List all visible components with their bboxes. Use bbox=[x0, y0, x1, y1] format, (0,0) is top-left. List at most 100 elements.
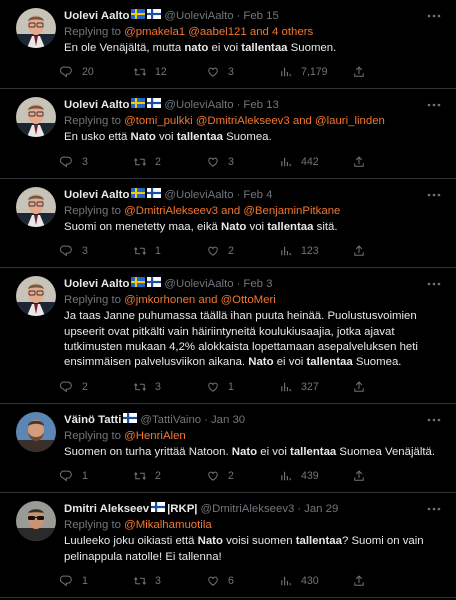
more-options-icon[interactable] bbox=[426, 97, 442, 113]
tweet[interactable]: Uolevi Aalto @UoleviAalto · Feb 13 Replying … bbox=[0, 89, 456, 179]
tweet-date[interactable]: Feb 4 bbox=[243, 188, 272, 203]
avatar[interactable] bbox=[16, 186, 56, 227]
retweet-button[interactable]: 12 bbox=[133, 65, 206, 79]
tweet[interactable]: Uolevi Aalto @UoleviAalto · Feb 15 Replying … bbox=[0, 0, 456, 90]
reply-icon bbox=[60, 156, 72, 168]
replying-to-users[interactable]: @tomi_pulkki @DmitriAlekseev3 and @lauri… bbox=[124, 115, 385, 127]
share-button[interactable] bbox=[352, 244, 374, 258]
tweet-date[interactable]: Feb 13 bbox=[243, 98, 278, 113]
tweet-actions: 1 3 6 430 bbox=[60, 565, 444, 597]
replying-to-users[interactable]: @DmitriAlekseev3 and @BenjaminPitkane bbox=[124, 205, 340, 217]
author-name[interactable]: Uolevi Aalto bbox=[64, 98, 129, 113]
author-name[interactable]: Väinö Tatti bbox=[64, 413, 121, 428]
reply-button[interactable]: 2 bbox=[60, 380, 133, 394]
like-button[interactable]: 6 bbox=[206, 574, 279, 588]
tweet-text-part: Suomen. bbox=[287, 42, 337, 54]
more-options-icon[interactable] bbox=[426, 8, 442, 24]
tweet-date[interactable]: Feb 3 bbox=[243, 277, 272, 292]
like-button[interactable]: 3 bbox=[206, 65, 279, 79]
separator-dot: · bbox=[297, 503, 302, 516]
retweet-button[interactable]: 1 bbox=[133, 244, 206, 258]
avatar[interactable] bbox=[16, 501, 56, 542]
share-button[interactable] bbox=[352, 65, 374, 79]
retweet-button[interactable]: 3 bbox=[133, 574, 206, 588]
retweet-icon bbox=[134, 472, 146, 481]
replying-to-users[interactable]: @jmkorhonen and @OttoMeri bbox=[124, 294, 276, 306]
replies-count: 2 bbox=[82, 380, 88, 393]
author-handle[interactable]: @UoleviAalto bbox=[164, 277, 233, 292]
tweet[interactable]: Uolevi Aalto @UoleviAalto · Feb 3 Replying t… bbox=[0, 268, 456, 404]
replying-to-users[interactable]: @pmakela1 @aabel121 and 4 others bbox=[124, 26, 313, 38]
retweets-count: 2 bbox=[155, 155, 161, 168]
share-icon bbox=[354, 381, 364, 392]
retweet-button[interactable]: 3 bbox=[133, 380, 206, 394]
reply-button[interactable]: 1 bbox=[60, 469, 133, 483]
avatar[interactable] bbox=[16, 8, 56, 48]
author-handle[interactable]: @DmitriAlekseev3 bbox=[201, 502, 295, 517]
share-button[interactable] bbox=[352, 155, 374, 169]
tweet-text-part: voi bbox=[246, 220, 268, 233]
reply-button[interactable]: 3 bbox=[60, 244, 133, 258]
author-handle[interactable]: @TattiVaino bbox=[140, 413, 201, 428]
tweet-text-part: voi bbox=[155, 131, 177, 144]
views-button[interactable]: 442 bbox=[279, 155, 352, 169]
tweet-feed: Uolevi Aalto @UoleviAalto · Feb 15 Replying … bbox=[0, 0, 456, 600]
avatar[interactable] bbox=[16, 276, 56, 317]
like-button[interactable]: 3 bbox=[206, 155, 279, 169]
more-options-icon[interactable] bbox=[426, 412, 442, 428]
author-name[interactable]: Uolevi Aalto bbox=[64, 188, 129, 203]
reply-button[interactable]: 3 bbox=[60, 155, 133, 169]
share-button[interactable] bbox=[352, 380, 374, 394]
author-handle[interactable]: @UoleviAalto bbox=[164, 9, 233, 24]
views-count: 123 bbox=[301, 245, 319, 258]
more-options-icon[interactable] bbox=[426, 187, 442, 203]
reply-button[interactable]: 1 bbox=[60, 574, 133, 588]
tweet-date[interactable]: Feb 15 bbox=[243, 9, 278, 24]
share-button[interactable] bbox=[352, 469, 374, 483]
more-options-icon[interactable] bbox=[426, 276, 442, 292]
views-button[interactable]: 439 bbox=[279, 469, 352, 483]
views-button[interactable]: 430 bbox=[279, 574, 352, 588]
replying-to-users[interactable]: @HenriAlen bbox=[124, 430, 186, 442]
tweet-date[interactable]: Jan 30 bbox=[211, 413, 245, 428]
share-icon bbox=[354, 66, 364, 78]
highlighted-term: tallentaa bbox=[267, 220, 314, 233]
retweet-button[interactable]: 2 bbox=[133, 155, 206, 169]
views-button[interactable]: 327 bbox=[279, 380, 352, 394]
author-name[interactable]: Uolevi Aalto bbox=[64, 9, 129, 24]
reply-icon bbox=[60, 66, 72, 78]
share-icon bbox=[354, 470, 364, 481]
avatar[interactable] bbox=[16, 97, 56, 138]
replying-to-users[interactable]: @Mikalhamuotila bbox=[124, 519, 212, 531]
views-count: 430 bbox=[301, 575, 319, 588]
tweet-header: Dmitri Alekseev |RKP| @DmitriAlekseev3 · Jan… bbox=[64, 502, 444, 517]
tweet-text-part: Luuleeko joku oikiasti että bbox=[64, 535, 198, 548]
author-handle[interactable]: @UoleviAalto bbox=[164, 188, 233, 203]
tweet-text: En usko että Nato voi tallentaa Suomea. bbox=[64, 130, 444, 145]
views-button[interactable]: 7,179 bbox=[279, 65, 352, 79]
more-options-icon[interactable] bbox=[426, 501, 442, 517]
views-button[interactable]: 123 bbox=[279, 244, 352, 258]
author-name[interactable]: Dmitri Alekseev bbox=[64, 502, 149, 517]
tweet-header: Uolevi Aalto @UoleviAalto · Feb 3 bbox=[64, 277, 444, 292]
like-button[interactable]: 2 bbox=[206, 244, 279, 258]
like-icon bbox=[208, 382, 218, 392]
retweet-button[interactable]: 2 bbox=[133, 469, 206, 483]
replies-count: 20 bbox=[82, 66, 94, 79]
like-button[interactable]: 2 bbox=[206, 469, 279, 483]
author-name[interactable]: Uolevi Aalto bbox=[64, 277, 129, 292]
share-button[interactable] bbox=[352, 574, 374, 588]
tweet-actions: 3 1 2 123 bbox=[60, 235, 444, 267]
reply-button[interactable]: 20 bbox=[60, 65, 133, 79]
like-button[interactable]: 1 bbox=[206, 380, 279, 394]
tweet[interactable]: Uolevi Aalto @UoleviAalto · Feb 4 Replying t… bbox=[0, 179, 456, 269]
retweets-count: 1 bbox=[155, 245, 161, 258]
author-handle[interactable]: @UoleviAalto bbox=[164, 98, 233, 113]
tweet-actions: 3 2 3 442 bbox=[60, 146, 444, 178]
tweet[interactable]: Väinö Tatti @TattiVaino · Jan 30 Replying to… bbox=[0, 404, 456, 494]
tweet-date[interactable]: Jan 29 bbox=[304, 502, 338, 517]
tweet[interactable]: Dmitri Alekseev |RKP| @DmitriAlekseev3 · Jan… bbox=[0, 493, 456, 599]
replies-count: 3 bbox=[82, 155, 88, 168]
avatar[interactable] bbox=[16, 411, 56, 452]
replying-to-label: Replying to bbox=[64, 294, 125, 307]
